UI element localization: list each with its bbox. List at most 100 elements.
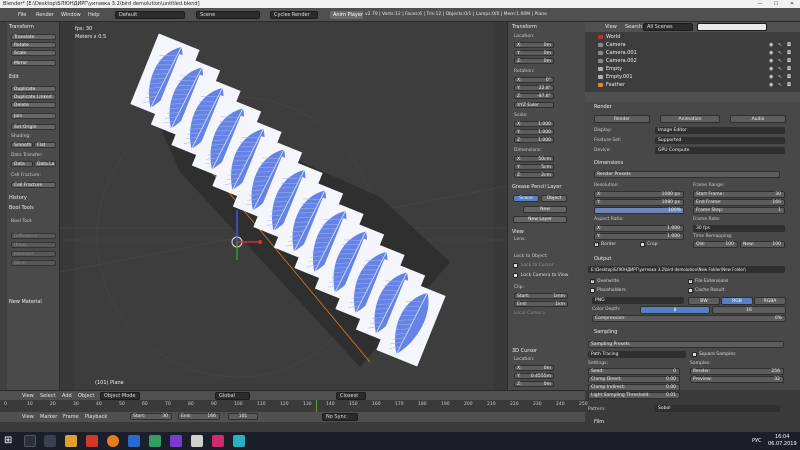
vp-object-menu[interactable]: Object — [78, 393, 94, 399]
bool-intersect-button[interactable]: Intersect — [11, 251, 56, 257]
np-cursor-field-2[interactable]: Z: 0m — [514, 381, 554, 387]
preview-samples-field[interactable]: Preview: 32 — [690, 376, 784, 383]
np-scale-field-0[interactable]: X: 1.000 — [514, 121, 554, 127]
seed-field[interactable]: Seed: 0 — [588, 368, 680, 375]
duplicate-linked-button[interactable]: Duplicate Linked — [11, 94, 56, 100]
menu-help[interactable]: Help — [88, 12, 99, 18]
grease-pencil-header[interactable]: Grease Pencil Layer — [512, 184, 561, 190]
res-x-field[interactable]: X: 1080 px — [594, 191, 684, 198]
app-icon-6[interactable] — [233, 435, 245, 447]
rotate-button[interactable]: Rotate — [11, 42, 56, 48]
frame-rate-select[interactable]: 30 fps — [693, 225, 785, 232]
bool-union-button[interactable]: Union — [11, 242, 56, 248]
cell-fracture-button[interactable]: Cell Fracture — [11, 182, 56, 188]
lock-cursor-checkbox[interactable] — [513, 263, 518, 268]
search-icon[interactable] — [24, 435, 36, 447]
gp-new-button[interactable]: New — [523, 206, 567, 213]
close-button[interactable]: ✕ — [784, 0, 800, 8]
file-extensions-checkbox[interactable] — [688, 278, 693, 284]
np-scale-field-2[interactable]: Z: 1.000 — [514, 137, 554, 143]
view-panel-header[interactable]: View — [512, 229, 524, 235]
output-path-input[interactable]: E:\Desktop\БЛЮНДИРГ\уитевка 3.2\bird dem… — [588, 266, 785, 273]
vp-select-menu[interactable]: Select — [40, 393, 55, 399]
depth-16-button[interactable]: 16 — [712, 306, 786, 314]
animation-button[interactable]: Animation — [660, 115, 720, 123]
new-field[interactable]: New: 100 — [740, 241, 785, 248]
eye-icon[interactable]: ◉ — [769, 58, 773, 64]
vp-view-menu[interactable]: View — [22, 393, 34, 399]
camera-icon[interactable]: ◘ — [787, 82, 791, 88]
browser-icon[interactable] — [86, 435, 98, 447]
camera-icon[interactable]: ◘ — [787, 58, 791, 64]
tool-shelf-tabs[interactable] — [0, 22, 7, 390]
arrow-icon[interactable]: ↖ — [778, 66, 782, 72]
outliner-item[interactable]: Camera — [606, 42, 626, 48]
aspect-y-field[interactable]: Y: 1.000 — [594, 233, 684, 240]
render-presets-select[interactable]: Render Presets — [594, 171, 780, 178]
bool-slice-button[interactable]: Slice — [11, 260, 56, 266]
outliner-search-menu[interactable]: Search — [625, 24, 642, 30]
bool-tools-panel-header[interactable]: Bool Tools — [9, 205, 34, 211]
maximize-button[interactable]: ☐ — [768, 0, 784, 8]
app-icon-5[interactable] — [212, 435, 224, 447]
light-threshold-field[interactable]: Light Sampling Threshold: 0.01 — [588, 392, 680, 399]
tl-start-field[interactable]: Start: 30 — [130, 413, 172, 420]
audio-button[interactable]: Audio — [730, 115, 786, 123]
gp-new-layer-button[interactable]: New Layer — [513, 216, 567, 223]
arrow-icon[interactable]: ↖ — [778, 50, 782, 56]
tl-current-frame-field[interactable]: 101 — [228, 413, 258, 420]
duplicate-button[interactable]: Duplicate — [11, 86, 56, 92]
depth-8-button[interactable]: 8 — [640, 306, 710, 314]
tl-playback-menu[interactable]: Playback — [85, 414, 107, 420]
clip-end-field[interactable]: End: 1km — [514, 301, 568, 307]
eye-icon[interactable]: ◉ — [769, 74, 773, 80]
rgb-button[interactable]: RGB — [721, 297, 753, 305]
outliner-item[interactable]: Camera.001 — [606, 50, 637, 56]
overwrite-checkbox[interactable] — [590, 278, 595, 284]
new-material-header[interactable]: New Material — [9, 299, 42, 305]
transform-panel-header[interactable]: Transform — [9, 24, 34, 30]
app-icon-3[interactable] — [170, 435, 182, 447]
border-checkbox[interactable] — [594, 241, 599, 247]
eye-icon[interactable]: ◉ — [769, 66, 773, 72]
np-loc-field-2[interactable]: Z: 0m — [514, 58, 554, 64]
camera-icon[interactable]: ◘ — [787, 42, 791, 48]
render-button[interactable]: Render — [594, 115, 650, 123]
3d-viewport[interactable] — [60, 22, 507, 390]
viewport-scene[interactable] — [60, 22, 507, 390]
arrow-icon[interactable]: ↖ — [778, 58, 782, 64]
eye-icon[interactable]: ◉ — [769, 82, 773, 88]
sampling-presets-select[interactable]: Sampling Presets — [588, 341, 784, 348]
old-field[interactable]: Old: 100 — [693, 241, 738, 248]
clock-date[interactable]: 06.07.2019 — [768, 441, 797, 447]
tl-end-field[interactable]: End: 166 — [178, 413, 220, 420]
screen-layout-select[interactable]: Default — [115, 11, 185, 19]
end-frame-field[interactable]: End Frame: 166 — [693, 199, 785, 206]
tl-view-menu[interactable]: View — [22, 414, 34, 420]
eye-icon[interactable]: ◉ — [769, 50, 773, 56]
app-icon-2[interactable] — [149, 435, 161, 447]
feature-set-select[interactable]: Supported — [655, 137, 785, 144]
np-cursor-field-1[interactable]: Y: 0.4555m — [514, 373, 554, 379]
np-dim-field-1[interactable]: Y: 5cm — [514, 164, 554, 170]
pattern-select[interactable]: Sobol — [655, 405, 780, 412]
rgba-button[interactable]: RGBA — [754, 297, 786, 305]
square-samples-checkbox[interactable] — [692, 352, 697, 357]
render-panel-header[interactable]: Render — [594, 104, 612, 110]
clip-start-field[interactable]: Start: 1mm — [514, 293, 568, 299]
np-loc-field-0[interactable]: X: 0m — [514, 42, 554, 48]
tl-marker-menu[interactable]: Marker — [40, 414, 57, 420]
feather-array[interactable] — [130, 33, 446, 367]
file-explorer-icon[interactable] — [65, 435, 77, 447]
outliner-view-menu[interactable]: View — [605, 24, 617, 30]
bw-button[interactable]: BW — [688, 297, 720, 305]
scale-button[interactable]: Scale — [11, 50, 56, 56]
cache-result-checkbox[interactable] — [688, 288, 693, 293]
integrator-select[interactable]: Path Tracing — [588, 351, 686, 358]
arrow-icon[interactable]: ↖ — [778, 42, 782, 48]
np-rot-field-2[interactable]: Z: -87.8° — [514, 93, 554, 99]
res-percent-field[interactable]: 100% — [594, 207, 684, 214]
camera-icon[interactable]: ◘ — [787, 66, 791, 72]
sync-mode-select[interactable]: No Sync — [322, 413, 358, 421]
placeholders-checkbox[interactable] — [590, 288, 595, 293]
